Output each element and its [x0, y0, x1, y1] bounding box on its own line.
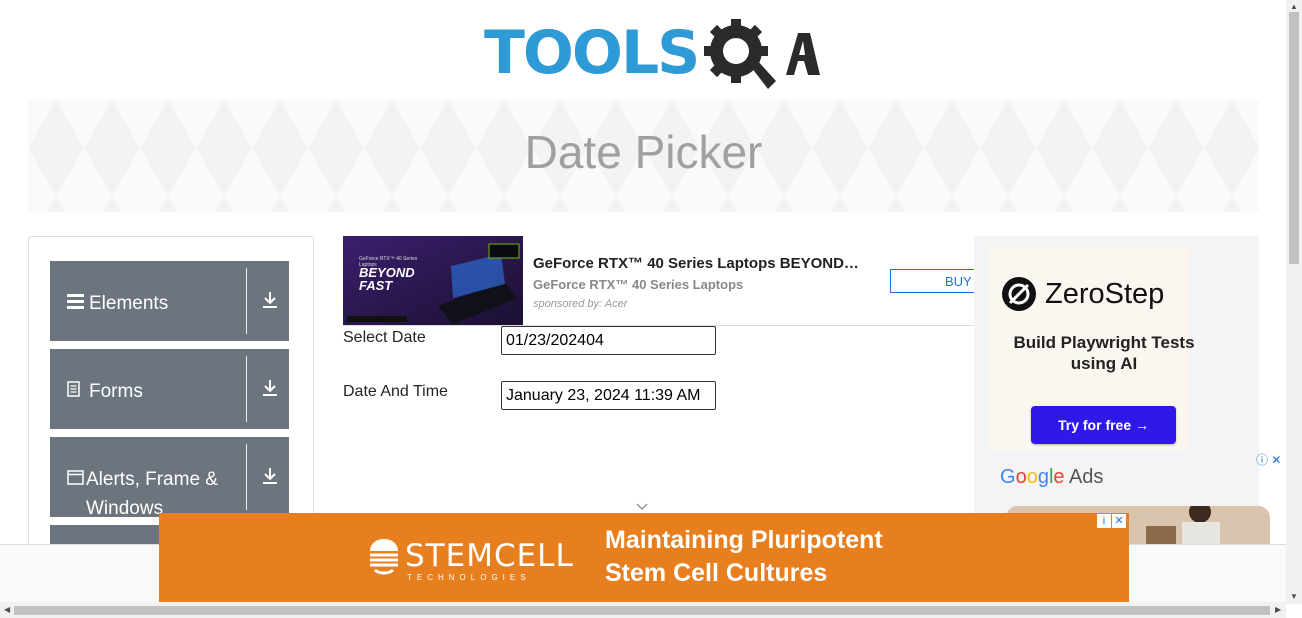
ad-sponsor: sponsored by: Acer — [533, 298, 628, 310]
google-logo: Google — [1000, 466, 1065, 488]
ad-info-close-icon[interactable]: ⓘ ✕ — [1256, 451, 1281, 468]
hamburger-icon — [67, 289, 87, 318]
divider — [246, 356, 247, 422]
logo-tools-text: TOOLS — [484, 18, 700, 88]
ad-close-controls[interactable]: i ✕ — [1097, 514, 1127, 528]
select-date-label: Select Date — [343, 329, 426, 346]
sidebar-group-label: Elements — [89, 293, 169, 314]
ad-banner-geforce[interactable]: GeForce RTX™ 40 Series Laptops BEYOND FA… — [343, 236, 974, 326]
divider — [246, 268, 247, 334]
zerostep-logo: ZeroStep — [1001, 276, 1164, 312]
document-icon — [67, 377, 87, 406]
info-icon[interactable]: i — [1097, 514, 1111, 528]
sidebar: Elements Forms Alerts, Frame & Windows — [28, 236, 314, 558]
sidebar-group-alerts[interactable]: Alerts, Frame & Windows — [50, 437, 289, 519]
stemcell-logo: STEMCELL TECHNOLOGIES — [367, 537, 574, 582]
ad-image: GeForce RTX™ 40 Series Laptops BEYOND FA… — [343, 236, 523, 325]
zerostep-logo-icon — [1002, 277, 1036, 311]
scroll-right-icon[interactable]: ▶ — [1275, 605, 1281, 614]
sidebar-group-forms[interactable]: Forms — [50, 349, 289, 429]
zerostep-name: ZeroStep — [1045, 277, 1165, 310]
download-icon[interactable] — [262, 291, 278, 314]
ad-stemcell[interactable]: STEMCELL TECHNOLOGIES Maintaining Plurip… — [159, 513, 1129, 603]
close-icon[interactable]: ✕ — [1112, 514, 1126, 528]
horizontal-scroll-thumb[interactable] — [14, 606, 1270, 615]
toolsqa-logo[interactable]: TOOLS — [484, 14, 821, 92]
download-icon[interactable] — [262, 467, 278, 490]
vertical-scrollbar[interactable]: ▲ ▼ — [1286, 0, 1302, 604]
ad-image-headline: BEYOND FAST — [359, 265, 415, 293]
stemcell-headline: Maintaining Pluripotent Stem Cell Cultur… — [605, 526, 883, 587]
select-date-input[interactable] — [501, 326, 716, 355]
horizontal-scrollbar[interactable]: ◀ ▶ — [0, 602, 1286, 618]
stemcell-logo-icon — [370, 539, 398, 575]
download-icon[interactable] — [262, 379, 278, 402]
date-and-time-label: Date And Time — [343, 383, 448, 400]
google-ads-label: Google Ads — [1000, 466, 1104, 488]
ad-subtitle: GeForce RTX™ 40 Series Laptops — [533, 277, 744, 292]
ad-title[interactable]: GeForce RTX™ 40 Series Laptops BEYOND… — [533, 255, 859, 272]
zerostep-card[interactable]: ZeroStep Build Playwright Tests using AI… — [989, 248, 1195, 450]
scroll-left-icon[interactable]: ◀ — [4, 605, 10, 614]
page-banner: Date Picker — [28, 100, 1259, 212]
logo-qa-gear-icon — [698, 15, 821, 91]
sidebar-group-elements[interactable]: Elements — [50, 261, 289, 341]
date-and-time-input[interactable] — [501, 381, 716, 410]
ad-zerostep[interactable]: ZeroStep Build Playwright Tests using AI… — [974, 236, 1259, 546]
sidebar-group-label: Forms — [89, 381, 143, 402]
page-title: Date Picker — [524, 126, 763, 178]
zerostep-headline: Build Playwright Tests using AI — [1013, 333, 1195, 373]
buy-button[interactable]: BUY — [890, 269, 974, 293]
scroll-up-icon[interactable]: ▲ — [1290, 2, 1298, 11]
scroll-down-icon[interactable]: ▼ — [1290, 592, 1298, 601]
vertical-scroll-thumb[interactable] — [1289, 12, 1299, 264]
try-for-free-button[interactable]: Try for free → — [1031, 406, 1176, 444]
window-icon — [67, 465, 84, 523]
divider — [246, 444, 247, 510]
